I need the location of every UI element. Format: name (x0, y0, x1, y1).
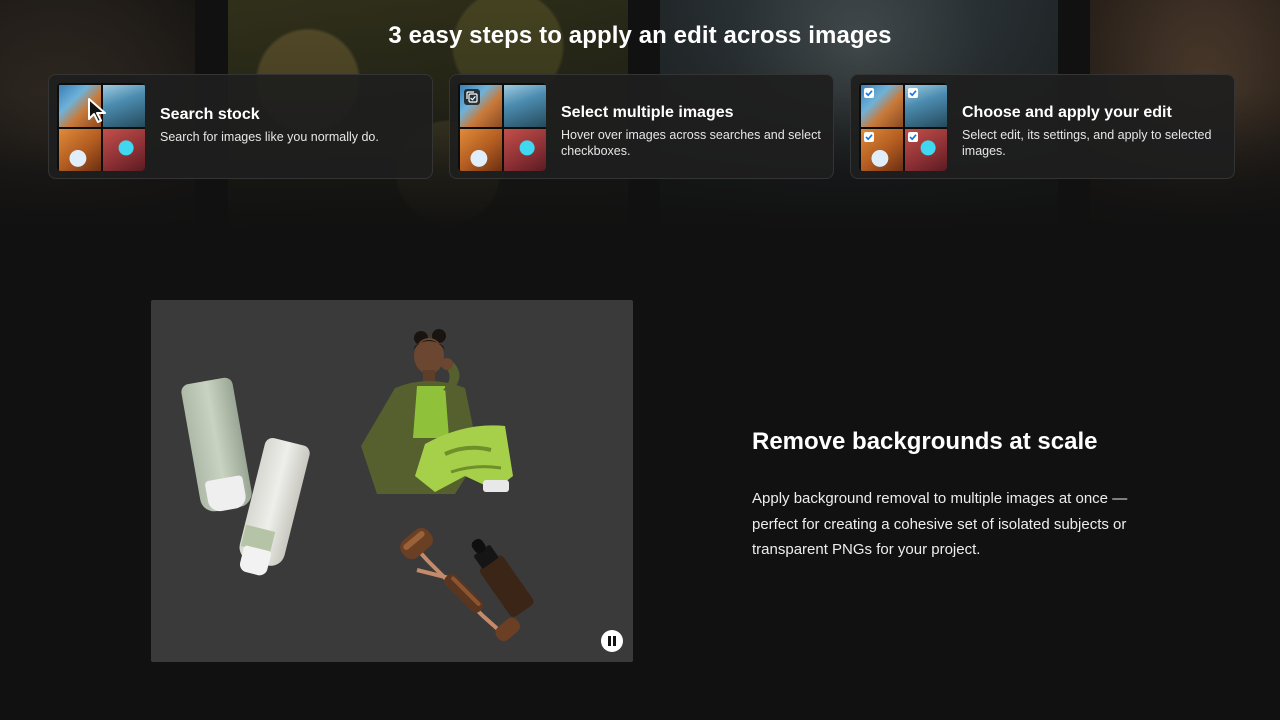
step-title: Select multiple images (561, 104, 734, 121)
step-description: Hover over images across searches and se… (561, 128, 821, 158)
step-card-choose-apply: Choose and apply your edit Select edit, … (850, 74, 1235, 179)
step-card-search-stock: Search stock Search for images like you … (48, 74, 433, 179)
feature-video (151, 300, 633, 662)
step-title: Search stock (160, 106, 260, 123)
checkbox-icon (908, 132, 918, 142)
page: 3 easy steps to apply an edit across ima… (0, 0, 1280, 720)
feature-description: Apply background removal to multiple ima… (752, 490, 1128, 558)
step-thumbnail (859, 83, 947, 171)
checkbox-icon (864, 88, 874, 98)
checkbox-icon (908, 88, 918, 98)
step-description: Select edit, its settings, and apply to … (962, 128, 1212, 158)
thumbnail-photo (504, 129, 546, 171)
thumbnail-photo (103, 129, 145, 171)
face-roller-image (400, 527, 534, 641)
cursor-icon (88, 98, 106, 123)
checkbox-icon (864, 132, 874, 142)
person-cutout-image (361, 329, 513, 494)
copy-check-icon (464, 89, 480, 105)
thumbnail-photo (460, 129, 502, 171)
section-title: 3 easy steps to apply an edit across ima… (388, 22, 892, 49)
cosmetic-tube-cap (238, 544, 272, 578)
step-thumbnail (57, 83, 145, 171)
feature-title: Remove backgrounds at scale (752, 428, 1098, 455)
thumbnail-photo (504, 85, 546, 127)
cosmetic-tube-cap (204, 474, 248, 514)
step-description: Search for images like you normally do. (160, 130, 379, 144)
step-card-select-multiple: Select multiple images Hover over images… (449, 74, 834, 179)
thumbnail-photo (59, 129, 101, 171)
step-thumbnail (458, 83, 546, 171)
step-title: Choose and apply your edit (962, 104, 1172, 121)
thumbnail-photo (103, 85, 145, 127)
pause-icon[interactable] (601, 630, 623, 652)
